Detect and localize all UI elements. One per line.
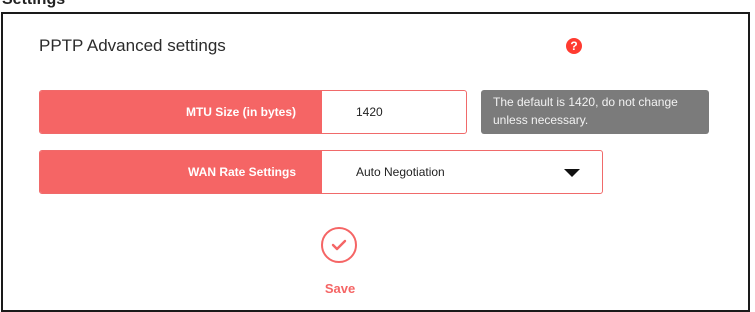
section-title: PPTP Advanced settings: [39, 36, 226, 55]
check-icon[interactable]: [321, 227, 357, 263]
wan-rate-selected-value: Auto Negotiation: [356, 165, 445, 179]
mtu-label: MTU Size (in bytes): [40, 91, 322, 133]
chevron-down-icon[interactable]: [564, 169, 580, 177]
wan-rate-select[interactable]: Auto Negotiation: [322, 151, 602, 193]
cut-header-title: Settings: [2, 0, 65, 9]
save-label[interactable]: Save: [319, 281, 361, 296]
header-strip: Settings: [0, 0, 755, 12]
mtu-value-cell: [322, 91, 466, 133]
mtu-hint-tooltip: The default is 1420, do not change unles…: [481, 90, 709, 134]
wan-rate-row[interactable]: WAN Rate Settings Auto Negotiation: [39, 150, 603, 194]
question-mark-icon[interactable]: ?: [566, 38, 582, 54]
wan-rate-label: WAN Rate Settings: [40, 151, 322, 193]
mtu-input[interactable]: [356, 105, 456, 119]
save-button[interactable]: Save: [319, 227, 365, 299]
mtu-row: MTU Size (in bytes): [39, 90, 467, 134]
